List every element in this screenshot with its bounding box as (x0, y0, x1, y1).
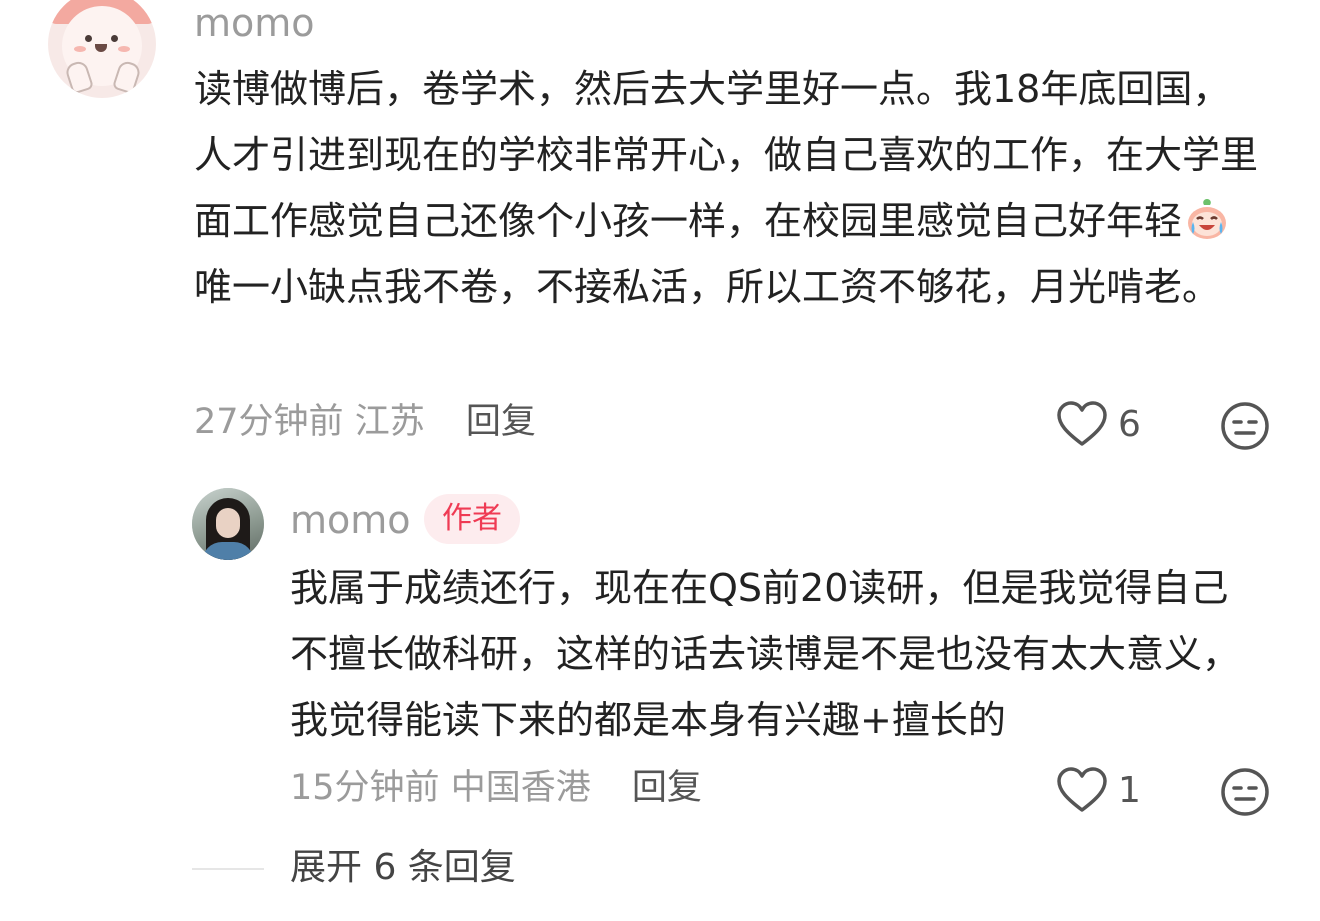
reply-button[interactable]: 回复 (632, 768, 702, 808)
like-count: 6 (1118, 403, 1141, 445)
reply-time: 15分钟前 (290, 768, 440, 808)
like-button[interactable]: 6 (1056, 400, 1141, 448)
reply-location: 中国香港 (450, 768, 591, 808)
crying-laughing-emoji (1188, 199, 1227, 239)
comment-text: 读博做博后，卷学术，然后去大学里好一点。我18年底回国，人才引进到现在的学校非常… (194, 56, 1264, 320)
reply-meta: 15分钟前 中国香港 回复 (290, 771, 702, 806)
comment-text-part: 读博做博后，卷学术，然后去大学里好一点。我18年底回国，人才引进到现在的学校非常… (194, 67, 1259, 243)
comment-time: 27分钟前 (194, 402, 344, 442)
heart-outline-icon (1057, 401, 1107, 446)
heart-outline-icon (1057, 767, 1107, 812)
avatar[interactable] (48, 0, 156, 98)
like-count: 1 (1118, 769, 1141, 811)
emoji-face-icon[interactable] (1220, 767, 1270, 817)
comment-username[interactable]: momo (194, 4, 315, 42)
like-button[interactable]: 1 (1056, 766, 1141, 814)
reply-username[interactable]: momo (290, 501, 411, 539)
avatar-face (216, 508, 240, 538)
reply-text: 我属于成绩还行，现在在QS前20读研，但是我觉得自己不擅长做科研，这样的话去读博… (290, 566, 1241, 742)
expand-replies-button[interactable]: 展开 6 条回复 (290, 850, 516, 886)
comment-location: 江苏 (354, 402, 425, 442)
avatar[interactable] (192, 488, 264, 560)
author-badge: 作者 (424, 494, 520, 544)
emoji-face-icon[interactable] (1220, 401, 1270, 451)
avatar-blush (74, 46, 86, 52)
comment-meta: 27分钟前 江苏 回复 (194, 405, 536, 440)
comment-text-part: 唯一小缺点我不卷，不接私活，所以工资不够花，月光啃老。 (194, 265, 1221, 309)
avatar-eye (85, 35, 92, 42)
reply-button[interactable]: 回复 (466, 402, 536, 442)
avatar-eye (111, 35, 118, 42)
avatar-blush (118, 46, 130, 52)
divider (192, 868, 264, 870)
